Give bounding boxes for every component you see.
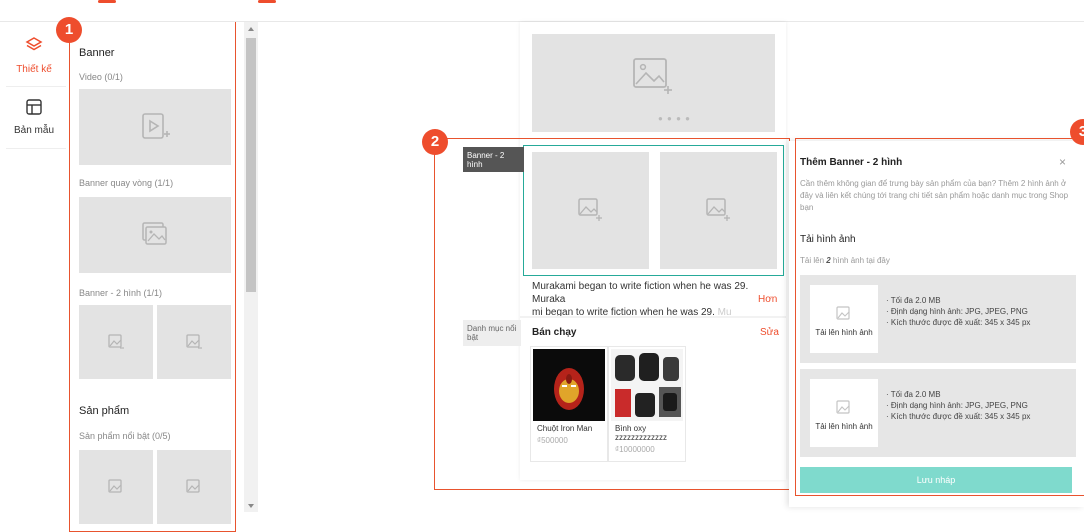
annotation-badge-1: 1 xyxy=(56,17,82,43)
layers-icon xyxy=(25,37,43,51)
rail-item-templates[interactable]: Bản mẫu xyxy=(0,92,68,148)
image-placeholder-icon xyxy=(633,58,672,94)
panel-scroll-thumb[interactable] xyxy=(246,38,256,292)
annotation-frame-2 xyxy=(434,138,790,490)
scroll-down-arrow-icon[interactable] xyxy=(244,501,258,511)
preview-carousel-banner[interactable]: ● ● ● ● xyxy=(532,34,775,132)
layout-icon xyxy=(26,99,42,115)
carousel-dots[interactable]: ● ● ● ● xyxy=(658,114,691,123)
icon-rail: Thiết kế Bản mẫu xyxy=(0,22,68,532)
rail-item-label: Thiết kế xyxy=(16,64,52,75)
annotation-frame-3 xyxy=(795,138,1084,496)
top-tab-fragment xyxy=(258,0,276,3)
annotation-frame-1 xyxy=(69,22,236,532)
top-tab-fragment xyxy=(98,0,116,3)
rail-divider xyxy=(6,86,66,87)
scroll-up-arrow-icon[interactable] xyxy=(244,24,258,34)
rail-item-label: Bản mẫu xyxy=(13,125,55,136)
annotation-badge-2: 2 xyxy=(422,129,448,155)
rail-divider xyxy=(6,148,66,149)
